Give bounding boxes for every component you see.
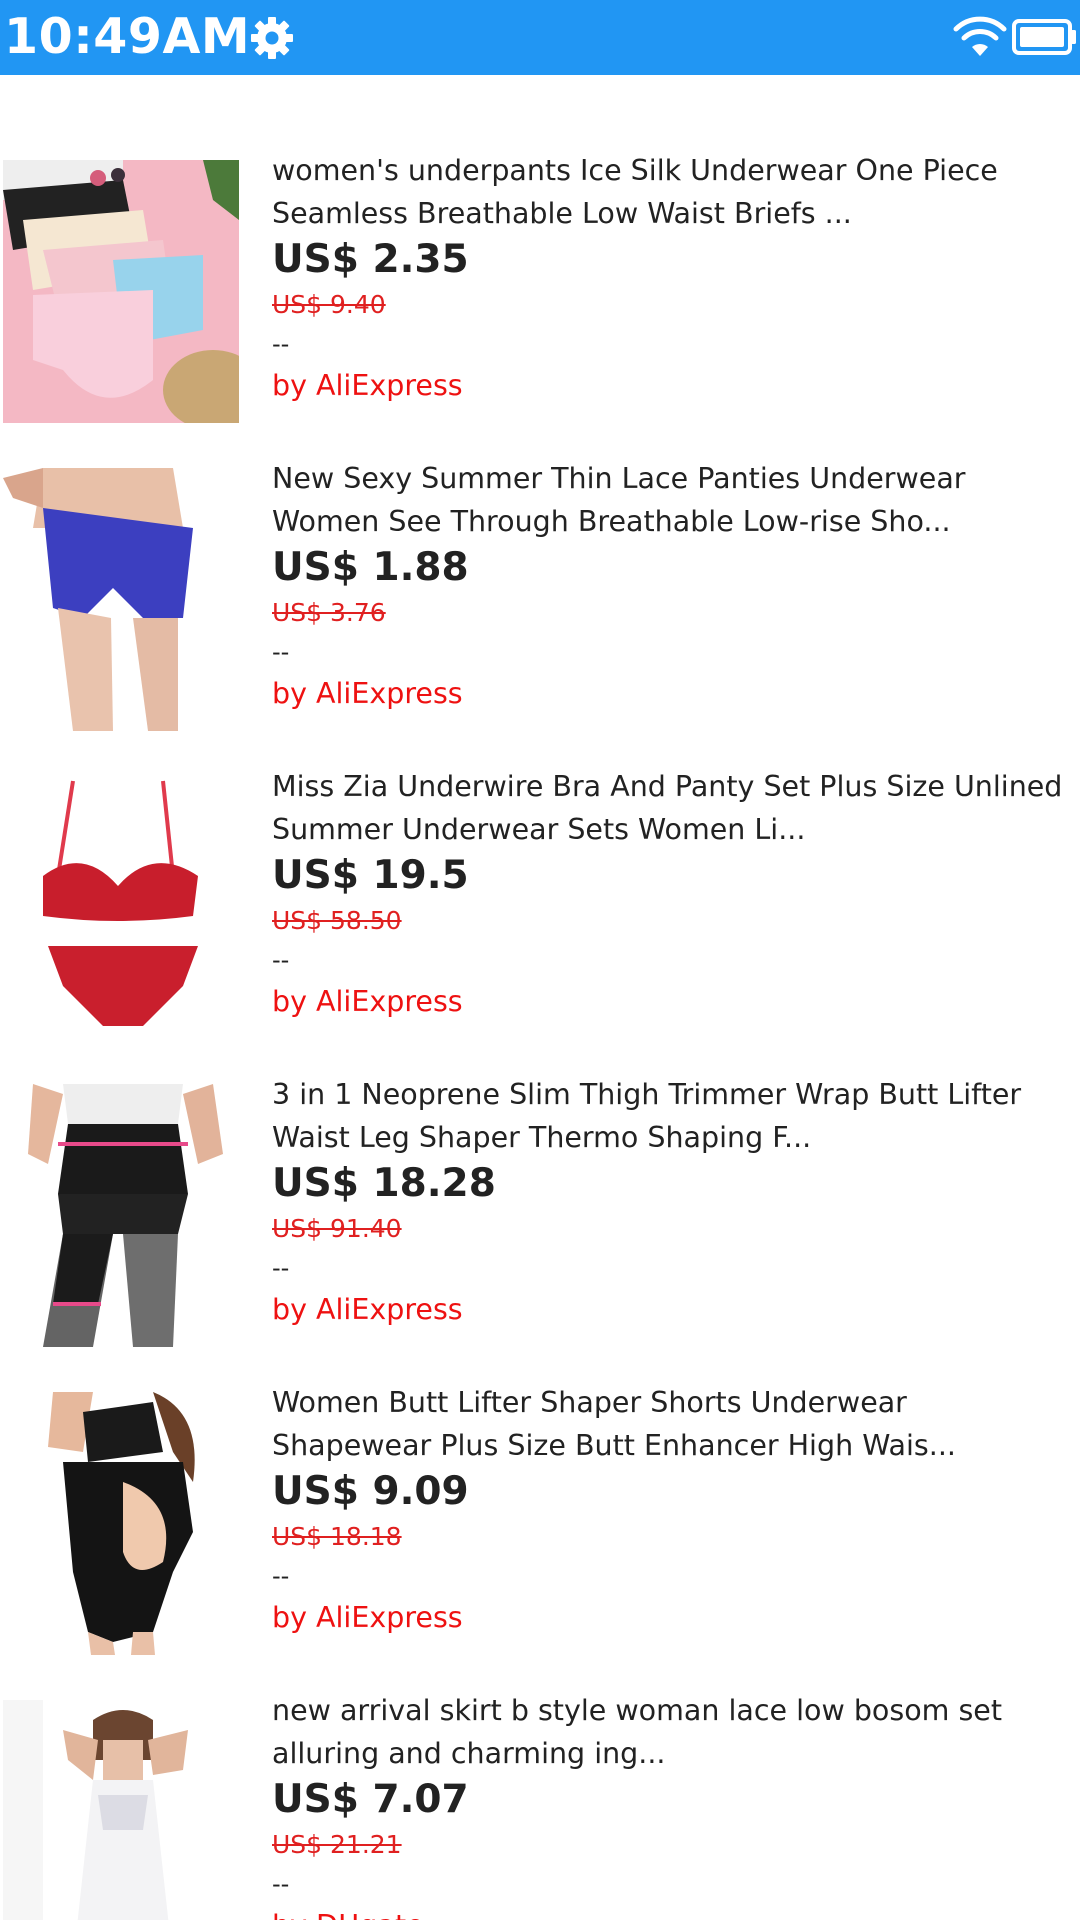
product-image[interactable] [3,1392,239,1655]
product-price: US$ 18.28 [272,1161,496,1206]
product-price: US$ 9.09 [272,1469,469,1514]
product-item[interactable]: women's underpants Ice Silk Underwear On… [0,154,1080,468]
product-price: US$ 7.07 [272,1777,469,1822]
product-item[interactable]: 3 in 1 Neoprene Slim Thigh Trimmer Wrap … [0,1078,1080,1392]
product-image[interactable] [3,1084,239,1347]
product-rating: -- [272,1254,290,1282]
product-item[interactable]: New Sexy Summer Thin Lace Panties Underw… [0,462,1080,776]
product-original-price: US$ 18.18 [272,1522,402,1551]
product-title[interactable]: Women Butt Lifter Shaper Shorts Underwea… [272,1381,1080,1467]
product-title[interactable]: New Sexy Summer Thin Lace Panties Underw… [272,457,1080,543]
product-price: US$ 2.35 [272,237,469,282]
product-item[interactable]: Women Butt Lifter Shaper Shorts Underwea… [0,1386,1080,1700]
product-original-price: US$ 21.21 [272,1830,402,1859]
product-rating: -- [272,638,290,666]
product-seller: by AliExpress [272,677,463,710]
product-image[interactable] [3,160,239,423]
gear-icon [248,14,296,62]
product-price: US$ 1.88 [272,545,469,590]
product-seller: by AliExpress [272,985,463,1018]
product-image[interactable] [3,468,239,731]
status-bar: 10:49AM [0,0,1080,75]
product-seller: by AliExpress [272,1293,463,1326]
product-original-price: US$ 58.50 [272,906,402,935]
product-original-price: US$ 3.76 [272,598,386,627]
product-item[interactable]: Miss Zia Underwire Bra And Panty Set Plu… [0,770,1080,1084]
wifi-icon [952,16,1008,58]
status-time: 10:49AM [4,8,251,65]
product-rating: -- [272,1870,290,1898]
product-image[interactable] [3,776,239,1039]
product-rating: -- [272,330,290,358]
product-title[interactable]: Miss Zia Underwire Bra And Panty Set Plu… [272,765,1080,851]
product-price: US$ 19.5 [272,853,469,898]
product-original-price: US$ 9.40 [272,290,386,319]
product-title[interactable]: new arrival skirt b style woman lace low… [272,1689,1080,1775]
product-rating: -- [272,946,290,974]
battery-icon [1012,18,1078,56]
product-seller: by AliExpress [272,369,463,402]
product-list[interactable]: women's underpants Ice Silk Underwear On… [0,75,1080,1920]
product-image[interactable] [3,1700,239,1920]
product-item[interactable]: new arrival skirt b style woman lace low… [0,1694,1080,1920]
product-rating: -- [272,1562,290,1590]
product-seller: by AliExpress [272,1601,463,1634]
product-original-price: US$ 91.40 [272,1214,402,1243]
product-seller: by DHgate [272,1903,1080,1920]
product-title[interactable]: women's underpants Ice Silk Underwear On… [272,149,1080,235]
product-title[interactable]: 3 in 1 Neoprene Slim Thigh Trimmer Wrap … [272,1073,1080,1159]
